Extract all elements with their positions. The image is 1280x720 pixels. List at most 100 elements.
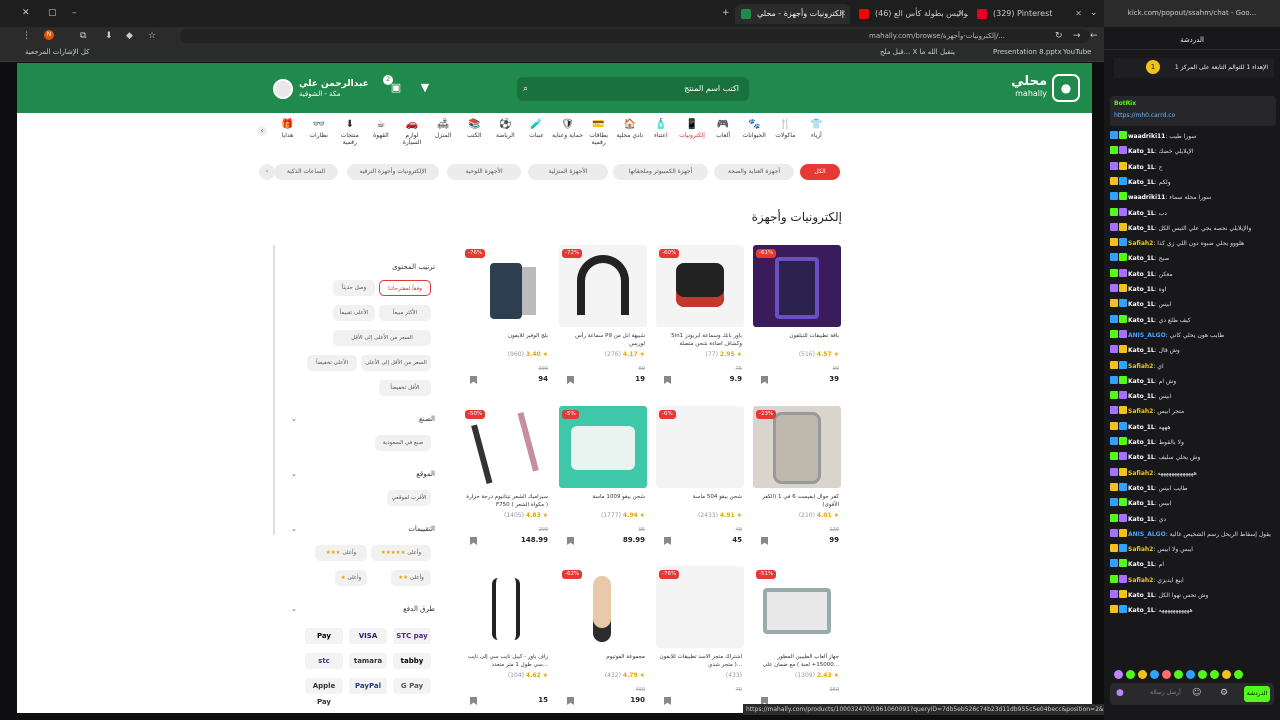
tab-search-icon[interactable]: ⌄: [1090, 7, 1098, 19]
sort-option[interactable]: الأعلى تقييماً: [333, 305, 375, 321]
category-7[interactable]: 💳 بطاقات رقمية: [583, 118, 614, 152]
payment-filter-title[interactable]: طرق الدفع ⌄: [291, 605, 435, 613]
product-name[interactable]: شحن بيقو 1009 ماسة: [561, 493, 645, 501]
close-window-icon[interactable]: ✕: [22, 7, 30, 19]
chat-message[interactable]: Safiah2: هههههههههههههه: [1110, 467, 1272, 480]
bookmark-icon[interactable]: [567, 697, 574, 705]
pinned-message[interactable]: 1 الإهداء 1 للثوالم التابعة على المركز 1: [1114, 58, 1274, 78]
emote-icon[interactable]: [1234, 670, 1243, 679]
extensions-icon[interactable]: ⧉: [80, 30, 86, 42]
product-name[interactable]: كفر جوال ايفيست 6 في 1 (الكفر الأقوى): [755, 493, 839, 509]
product-name[interactable]: سماعة رأس P9 شبيهة ابل من لوريس: [561, 332, 645, 348]
emote-bar[interactable]: [1110, 668, 1274, 680]
ratings-filter-title[interactable]: التقييمات ⌄: [291, 525, 435, 533]
category-8[interactable]: 🛡 حماية وعناية: [552, 118, 583, 152]
chat-message[interactable]: Safiah2: هلووو يحلي ضبوه دون اللي زي كذا: [1110, 238, 1272, 250]
product-image[interactable]: -5%: [559, 406, 647, 488]
chat-username[interactable]: Kato_1L: [1128, 225, 1155, 232]
bookmark-star-icon[interactable]: ☆: [148, 30, 156, 42]
product-image[interactable]: -51%: [753, 566, 841, 648]
new-tab-icon[interactable]: +: [722, 7, 730, 19]
sort-option[interactable]: السعر من الأقل إلى الأعلى: [361, 355, 431, 371]
chat-message[interactable]: Kato_1L: معكن: [1110, 268, 1272, 281]
category-6[interactable]: 🏠 نادي محلية: [614, 118, 645, 152]
bot-link[interactable]: https://mh0.carrd.co: [1114, 110, 1276, 122]
product-image[interactable]: [462, 566, 550, 648]
location-filter-title[interactable]: الموقع ⌄: [291, 470, 435, 478]
mic-icon[interactable]: ●: [1116, 688, 1124, 698]
chat-message[interactable]: Safiah2: ابيع ايديزي: [1110, 574, 1272, 587]
bookmark-icon[interactable]: [470, 376, 477, 384]
chat-message[interactable]: Safiah2: متجر ابيس: [1110, 406, 1272, 418]
product-card[interactable]: -62% مجموعة الفوتيوم (432) 4.79 ★ 499 190: [559, 566, 647, 712]
chat-username[interactable]: waadriki11: [1128, 133, 1165, 140]
all-bookmarks[interactable]: كل الإشارات المرجعية: [25, 48, 90, 56]
subcategory-prev-icon[interactable]: ‹: [259, 164, 275, 180]
tab-pinterest[interactable]: (329) Pinterest ✕: [971, 4, 1086, 24]
product-image[interactable]: -76%: [656, 566, 744, 648]
chat-input[interactable]: أرسل رسالة ● ☺ ⚙ الدردشة: [1110, 683, 1274, 705]
bookmark-icon[interactable]: [470, 537, 477, 545]
category-12[interactable]: 🛋 المنزل: [428, 118, 459, 152]
product-card[interactable]: -23% كفر جوال ايفيست 6 في 1 (الكفر الأقوى…: [753, 406, 841, 552]
bookmark-icon[interactable]: [470, 697, 477, 705]
chat-username[interactable]: Kato_1L: [1128, 454, 1155, 461]
maximize-icon[interactable]: ▢: [48, 7, 57, 19]
product-image[interactable]: -62%: [559, 566, 647, 648]
chat-message[interactable]: Kato_1L: ابيس: [1110, 391, 1272, 403]
product-card[interactable]: -76% اشتراك متجر الاسد تطبيقات للايفون ( …: [656, 566, 744, 712]
chat-username[interactable]: ANIS_ALGO: [1128, 332, 1166, 339]
forward-icon[interactable]: →: [1073, 30, 1081, 42]
url-input[interactable]: mahally.com/browse/إلكترونيات-وأجهزة/...: [180, 29, 1090, 43]
product-name[interactable]: شحن بيقو 504 ماسة: [658, 493, 742, 501]
emote-icon[interactable]: [1162, 670, 1171, 679]
sort-option[interactable]: السعر من الأعلى إلى الأقل: [333, 330, 431, 346]
download-icon[interactable]: ⬇: [105, 30, 113, 42]
emote-icon[interactable]: [1150, 670, 1159, 679]
chat-message[interactable]: Kato_1L: ولا بالقوط: [1110, 437, 1272, 449]
chat-username[interactable]: Kato_1L: [1128, 485, 1155, 492]
emoji-icon[interactable]: ☺: [1192, 688, 1201, 698]
subcategory-pill[interactable]: أجهزة الكمبيوتر وملحقاتها: [613, 164, 708, 180]
chat-message[interactable]: Kato_1L: دب: [1110, 207, 1272, 220]
category-16[interactable]: 👓 نظارات: [303, 118, 334, 152]
sort-option[interactable]: الأكثر مبيعاً: [379, 305, 431, 321]
cart-icon[interactable]: ▣ 2: [383, 75, 403, 95]
product-image[interactable]: -61%: [753, 245, 841, 327]
location-option[interactable]: الأقرب لموقعي: [387, 490, 431, 506]
product-image[interactable]: -60%: [656, 245, 744, 327]
reload-icon[interactable]: ↻: [1055, 30, 1063, 42]
chat-username[interactable]: Kato_1L: [1128, 317, 1155, 324]
bookmark-icon[interactable]: [664, 376, 671, 384]
chat-message[interactable]: Kato_1L: وش ام: [1110, 375, 1272, 388]
chat-message[interactable]: Kato_1L: وش يحلي سليف: [1110, 452, 1272, 464]
product-image[interactable]: -23%: [753, 406, 841, 488]
chat-message[interactable]: waadriki11: سورا طيب: [1110, 131, 1272, 143]
back-icon[interactable]: ←: [1090, 30, 1098, 42]
bookmark-icon[interactable]: [567, 537, 574, 545]
product-name[interactable]: 5in1 باور بانك وسماعة ايربودز وكشاف اضاء…: [658, 332, 742, 348]
chat-message[interactable]: Kato_1L: ام: [1110, 559, 1272, 571]
chat-username[interactable]: Kato_1L: [1128, 255, 1155, 262]
subcategory-pill[interactable]: الكل: [800, 164, 840, 180]
chat-username[interactable]: Safiah2: [1128, 240, 1153, 247]
category-0[interactable]: 👕 أزياء: [801, 118, 832, 152]
chat-message[interactable]: waadriki11: سورا محلة سماء: [1110, 192, 1272, 204]
chat-message[interactable]: Kato_1L: طايب ابيس: [1110, 482, 1272, 495]
category-1[interactable]: 🍴 ماكولات: [770, 118, 801, 152]
sort-option[interactable]: الأقل تخفيضاً: [379, 380, 431, 396]
product-name[interactable]: جهاز ألعاب الطيبين المطور 15000+ لعبة ) …: [755, 653, 839, 669]
category-2[interactable]: 🐾 الحيوانات: [739, 118, 770, 152]
product-image[interactable]: -72%: [559, 245, 647, 327]
subcategory-pill[interactable]: الأجهزة المنزلية: [528, 164, 608, 180]
chat-message[interactable]: Safiah2: ايبس ولا ابيس: [1110, 544, 1272, 556]
subcategory-pill[interactable]: أجهزة العناية والصحة: [714, 164, 794, 180]
payment-gpay[interactable]: G Pay: [393, 678, 431, 694]
chat-username[interactable]: Kato_1L: [1128, 179, 1155, 186]
bookmark-presentation[interactable]: Presentation 8.pptx: [993, 48, 1062, 56]
chat-message[interactable]: ANIS_ALGO: يقول إسقاط الريحل رسم الشخيص …: [1110, 528, 1272, 541]
chat-message[interactable]: ANIS_ALGO: طايب هون يحلي كاني: [1110, 329, 1272, 342]
chat-username[interactable]: Kato_1L: [1128, 500, 1155, 507]
rating-option-1[interactable]: ★ وأعلى: [335, 570, 367, 586]
sort-option[interactable]: الأعلى تخفيضاً: [307, 355, 357, 371]
